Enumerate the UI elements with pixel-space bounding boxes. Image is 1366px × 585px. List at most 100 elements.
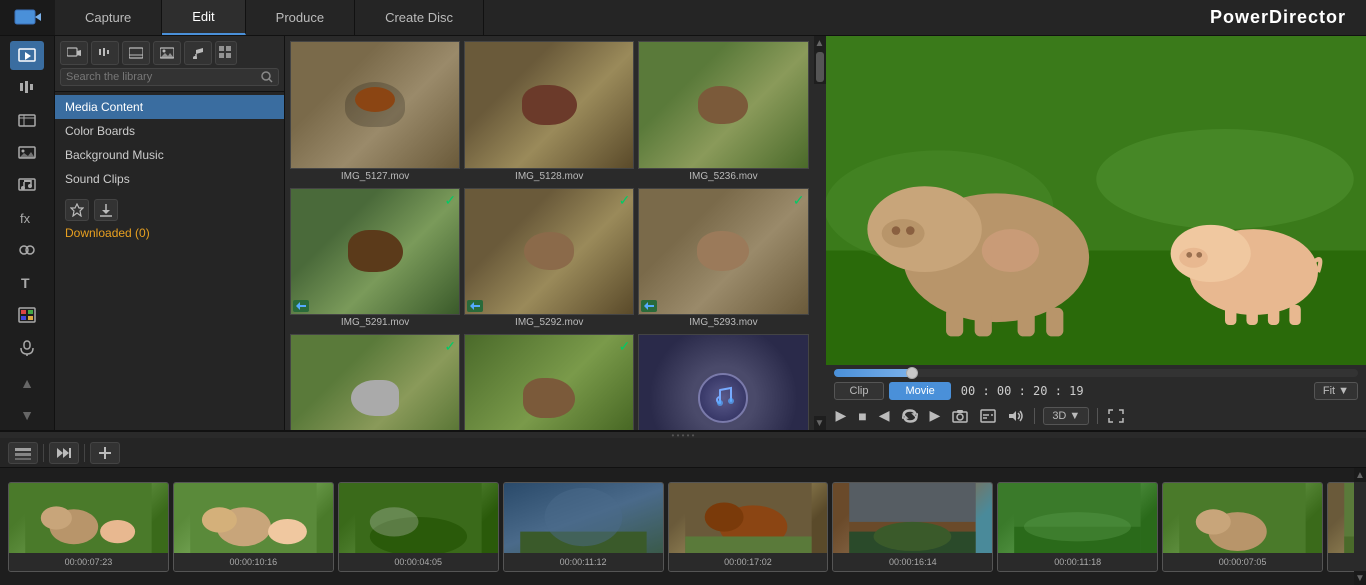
fit-dropdown[interactable]: Fit ▼	[1314, 382, 1358, 400]
scroll-down-arrow[interactable]: ▼	[814, 416, 826, 430]
ctrl-separator-2	[1097, 408, 1098, 424]
timeline-clip[interactable]: 00:00:11:12	[503, 482, 664, 572]
sidebar-image-icon[interactable]	[10, 138, 44, 167]
category-color-boards[interactable]: Color Boards	[55, 119, 284, 143]
media-item[interactable]: ✓ IMG_5292.mov	[464, 188, 634, 331]
snapshot-btn[interactable]	[950, 407, 970, 425]
sidebar-collapse-down[interactable]: ▼	[10, 401, 44, 430]
clip-thumbnail	[504, 483, 663, 553]
clip-thumbnail	[1163, 483, 1322, 553]
movie-mode-btn[interactable]: Movie	[889, 382, 950, 400]
timeline-clip[interactable]: 00:00:07:17	[1327, 482, 1354, 572]
download-tabs	[65, 199, 274, 221]
timeline-add-btn[interactable]	[90, 442, 120, 464]
media-item[interactable]: R You Up for It.m4a	[638, 334, 808, 430]
svg-text:fx: fx	[20, 211, 31, 226]
sidebar-color-icon[interactable]	[10, 300, 44, 329]
category-media-content[interactable]: Media Content	[55, 95, 284, 119]
timeline-scrollbar[interactable]: ▲ ▼	[1354, 468, 1366, 585]
app-title: PowerDirector	[1210, 7, 1366, 28]
media-thumbnail	[464, 41, 634, 169]
tl-scroll-up[interactable]: ▲	[1354, 468, 1366, 482]
edit-tab[interactable]: Edit	[162, 0, 245, 35]
media-item[interactable]: IMG_5128.mov	[464, 41, 634, 184]
3d-btn[interactable]: 3D ▼	[1043, 407, 1089, 425]
progress-fill	[834, 369, 913, 377]
progress-bar[interactable]	[834, 369, 1359, 377]
timeline-clip[interactable]: 00:00:16:14	[832, 482, 993, 572]
timeline-clip[interactable]: 00:00:11:18	[997, 482, 1158, 572]
timeline-clip[interactable]: 00:00:04:05	[338, 482, 499, 572]
create-disc-tab[interactable]: Create Disc	[355, 0, 484, 35]
sidebar-transitions-icon[interactable]	[10, 236, 44, 265]
media-thumbnail	[638, 334, 808, 430]
media-item[interactable]: ✓ IMG_5294.mov	[290, 334, 460, 430]
sidebar-text-icon[interactable]: T	[10, 268, 44, 297]
check-mark: ✓	[793, 192, 805, 209]
timeline-clip[interactable]: 00:00:07:05	[1162, 482, 1323, 572]
download-btn[interactable]	[94, 199, 118, 221]
scroll-thumb[interactable]	[816, 52, 824, 82]
import-audio-btn[interactable]	[91, 41, 119, 65]
scroll-up-arrow[interactable]: ▲	[814, 36, 826, 50]
left-sidebar: fx T ▲ ▼	[0, 36, 55, 430]
timeline-clips[interactable]: 00:00:07:23 00:00:10:16 00:00:04:05	[0, 468, 1354, 585]
timeline-skip-btn[interactable]	[49, 442, 79, 464]
check-mark: ✓	[444, 338, 456, 355]
timeline-clip[interactable]: 00:00:07:23	[8, 482, 169, 572]
scroll-track[interactable]	[814, 84, 826, 416]
loop-btn[interactable]	[900, 407, 920, 425]
grid-view-btn[interactable]	[215, 41, 237, 65]
prev-frame-btn[interactable]: ◀	[877, 405, 892, 426]
category-background-music[interactable]: Background Music	[55, 143, 284, 167]
media-item[interactable]: IMG_5127.mov	[290, 41, 460, 184]
import-screen-btn[interactable]	[122, 41, 150, 65]
check-mark: ✓	[619, 338, 631, 355]
media-label: IMG_5127.mov	[290, 169, 460, 184]
timeline-view-btn[interactable]	[8, 442, 38, 464]
sidebar-audio-icon[interactable]	[10, 73, 44, 102]
clip-thumbnail	[339, 483, 498, 553]
sidebar-mic-icon[interactable]	[10, 333, 44, 362]
panel-scrollbar[interactable]: ▲ ▼	[814, 36, 826, 430]
tl-scroll-down[interactable]: ▼	[1354, 571, 1366, 585]
media-grid-wrapper[interactable]: IMG_5127.mov IMG_5128.mov	[285, 36, 814, 430]
import-image-btn[interactable]	[153, 41, 181, 65]
sidebar-effects-icon[interactable]: fx	[10, 203, 44, 232]
downloaded-label: Downloaded (0)	[65, 226, 274, 240]
play-btn[interactable]: ▶	[834, 405, 849, 426]
clip-thumbnail	[669, 483, 828, 553]
subtitle-btn[interactable]	[978, 407, 998, 425]
clip-label: 00:00:17:02	[669, 553, 828, 571]
timeline-clip[interactable]: 00:00:17:02	[668, 482, 829, 572]
search-input[interactable]	[66, 71, 261, 83]
media-item[interactable]: ✓ IMG_5291.mov	[290, 188, 460, 331]
import-music-btn[interactable]	[184, 41, 212, 65]
clip-mode-btn[interactable]: Clip	[834, 382, 885, 400]
media-item[interactable]: IMG_5236.mov	[638, 41, 808, 184]
mode-row: Clip Movie 00 : 00 : 20 : 19 Fit ▼	[834, 382, 1359, 400]
fullscreen-btn[interactable]	[1106, 407, 1126, 425]
pin-btn[interactable]	[65, 199, 89, 221]
tl-scroll-track[interactable]	[1354, 482, 1366, 571]
import-video-btn[interactable]	[60, 41, 88, 65]
category-sound-clips[interactable]: Sound Clips	[55, 167, 284, 191]
sidebar-video-icon[interactable]	[10, 106, 44, 135]
produce-tab[interactable]: Produce	[246, 0, 355, 35]
capture-tab[interactable]: Capture	[55, 0, 162, 35]
volume-btn[interactable]	[1006, 407, 1026, 425]
media-label: IMG_5293.mov	[638, 315, 808, 330]
preview-video-content	[826, 36, 1366, 365]
media-label: IMG_5236.mov	[638, 169, 808, 184]
media-item[interactable]: ✓ IMG_5293.mov	[638, 188, 808, 331]
timeline-clip[interactable]: 00:00:10:16	[173, 482, 334, 572]
progress-handle[interactable]	[906, 367, 918, 379]
sidebar-music-icon[interactable]	[10, 171, 44, 200]
next-frame-btn[interactable]: ▶	[928, 405, 943, 426]
sidebar-collapse-up[interactable]: ▲	[10, 368, 44, 397]
search-box[interactable]	[60, 68, 279, 86]
sidebar-media-icon[interactable]	[10, 41, 44, 70]
stop-btn[interactable]: ■	[856, 406, 868, 426]
media-item[interactable]: ✓ IMG_5295.mov	[464, 334, 634, 430]
media-thumbnail: ✓	[290, 188, 460, 316]
